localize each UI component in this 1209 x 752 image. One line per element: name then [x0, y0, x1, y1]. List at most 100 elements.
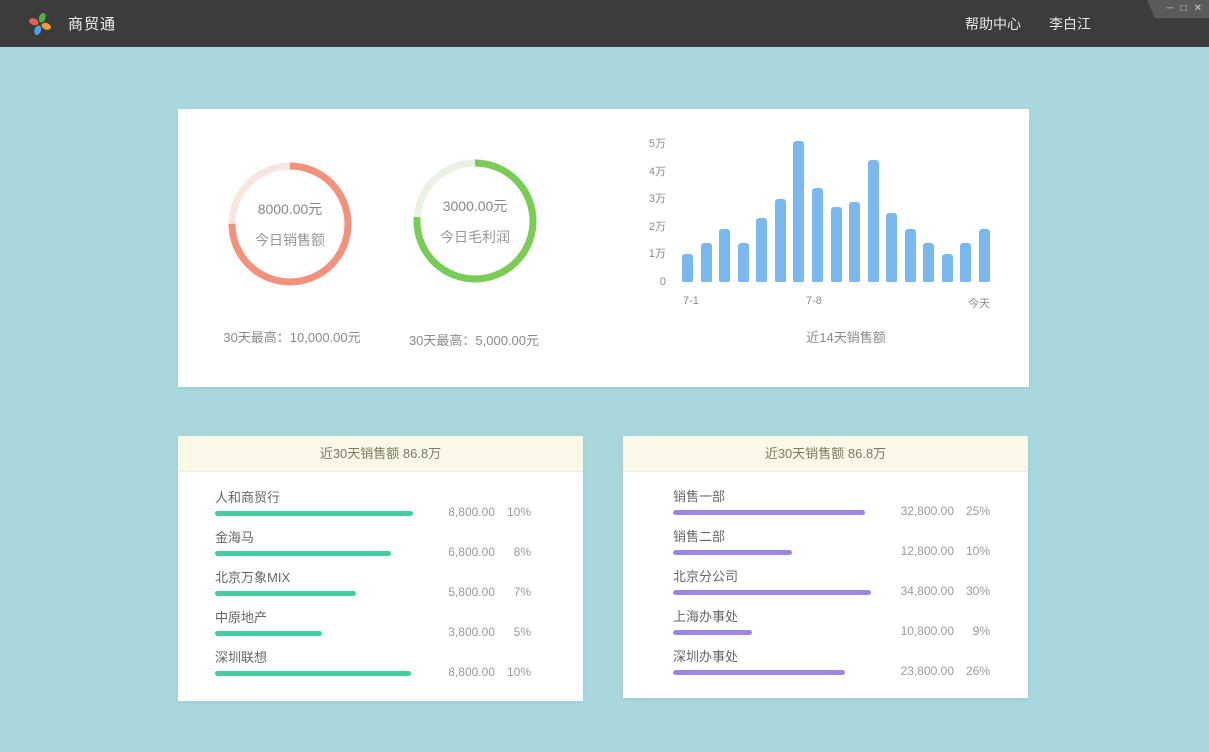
today-sales-label: 今日销售额: [255, 230, 325, 250]
list-item[interactable]: 销售一部32,800.0025%: [673, 489, 990, 529]
profit-30day-max: 30天最高：5,000.00元: [374, 330, 574, 349]
list-item-bar: [673, 510, 871, 515]
list-item-percent: 10%: [954, 544, 990, 558]
list-item-amount: 12,800.00: [856, 544, 954, 558]
chart-y-axis: 5万4万3万2万1万0: [630, 137, 666, 289]
chart-bar: [979, 229, 990, 282]
chart-bar: [868, 160, 879, 282]
list-item-percent: 9%: [954, 624, 990, 638]
today-profit-value: 3000.00元: [443, 196, 508, 216]
close-button[interactable]: ✕: [1194, 4, 1202, 14]
list-item-name: 北京分公司: [673, 569, 990, 585]
list-item-bar: [673, 670, 871, 675]
chart-bar: [756, 218, 767, 282]
list-item-name: 中原地产: [215, 610, 531, 626]
chart-bar: [719, 229, 730, 282]
list-item-name: 销售二部: [673, 529, 990, 545]
list-item-percent: 30%: [954, 584, 990, 598]
list-item-values: 3,800.005%: [397, 625, 531, 639]
list-item-bar: [215, 511, 413, 516]
list-item[interactable]: 北京分公司34,800.0030%: [673, 569, 990, 609]
list-item-values: 32,800.0025%: [856, 504, 990, 518]
chart-bar: [831, 207, 842, 282]
sales-30day-max: 30天最高：10,000.00元: [184, 327, 400, 346]
list-item-name: 北京万象MIX: [215, 570, 531, 586]
department-card-header: 近30天销售额 86.8万: [623, 436, 1028, 472]
today-summary-card: 8000.00元 今日销售额 3000.00元 今日毛利润 30天最高：10,0…: [178, 109, 1029, 387]
app-title: 商贸通: [68, 13, 116, 34]
chart-bar: [886, 213, 897, 282]
list-item-percent: 8%: [495, 545, 531, 559]
department-sales-card: 近30天销售额 86.8万 销售一部32,800.0025%销售二部12,800…: [623, 436, 1028, 698]
y-tick-label: 5万: [649, 137, 666, 151]
help-center-link[interactable]: 帮助中心: [965, 14, 1021, 34]
list-item-bar: [215, 631, 413, 636]
list-item[interactable]: 中原地产3,800.005%: [215, 610, 531, 650]
list-item-percent: 25%: [954, 504, 990, 518]
customer-sales-list: 人和商贸行8,800.0010%金海马6,800.008%北京万象MIX5,80…: [178, 472, 583, 690]
chart-bar: [960, 243, 971, 282]
chart-bar: [923, 243, 934, 282]
department-sales-list: 销售一部32,800.0025%销售二部12,800.0010%北京分公司34,…: [623, 472, 1028, 689]
minimize-button[interactable]: ─: [1166, 4, 1173, 14]
app-logo-icon: [27, 11, 53, 37]
x-tick-today: 今天: [968, 295, 990, 311]
list-item-bar: [215, 671, 413, 676]
y-tick-label: 1万: [649, 247, 666, 261]
list-item-name: 深圳办事处: [673, 649, 990, 665]
list-item[interactable]: 深圳联想8,800.0010%: [215, 650, 531, 690]
list-item-bar: [673, 630, 871, 635]
list-item-amount: 3,800.00: [397, 625, 495, 639]
customer-card-header: 近30天销售额 86.8万: [178, 436, 583, 472]
list-item-values: 8,800.0010%: [397, 505, 531, 519]
today-profit-gauge: 3000.00元 今日毛利润: [409, 155, 541, 287]
list-item-values: 8,800.0010%: [397, 665, 531, 679]
list-item[interactable]: 北京万象MIX5,800.007%: [215, 570, 531, 610]
window-controls: ─ □ ✕: [1147, 0, 1209, 18]
list-item-bar: [673, 550, 871, 555]
sales-14day-chart: 5万4万3万2万1万0 7-1 7-8 今天 近14天销售额: [630, 137, 1000, 346]
chart-bar: [905, 229, 916, 282]
x-tick-7-1: 7-1: [683, 295, 699, 307]
today-sales-gauge: 8000.00元 今日销售额: [224, 158, 356, 290]
list-item[interactable]: 销售二部12,800.0010%: [673, 529, 990, 569]
chart-bar: [682, 254, 693, 282]
list-item-bar: [673, 590, 871, 595]
list-item-values: 10,800.009%: [856, 624, 990, 638]
list-item-name: 深圳联想: [215, 650, 531, 666]
list-item-amount: 8,800.00: [397, 665, 495, 679]
list-item-percent: 5%: [495, 625, 531, 639]
x-tick-7-8: 7-8: [806, 295, 822, 307]
today-sales-value: 8000.00元: [258, 199, 323, 219]
list-item[interactable]: 深圳办事处23,800.0026%: [673, 649, 990, 689]
chart-bar: [701, 243, 712, 282]
y-tick-label: 0: [660, 275, 666, 289]
list-item-bar: [215, 551, 413, 556]
list-item-percent: 7%: [495, 585, 531, 599]
list-item-amount: 23,800.00: [856, 664, 954, 678]
list-item-bar: [215, 591, 413, 596]
list-item-values: 5,800.007%: [397, 585, 531, 599]
list-item-amount: 32,800.00: [856, 504, 954, 518]
user-name-link[interactable]: 李白江: [1049, 14, 1091, 34]
y-tick-label: 2万: [649, 220, 666, 234]
list-item-name: 上海办事处: [673, 609, 990, 625]
list-item-amount: 8,800.00: [397, 505, 495, 519]
list-item-values: 12,800.0010%: [856, 544, 990, 558]
list-item[interactable]: 人和商贸行8,800.0010%: [215, 490, 531, 530]
list-item-amount: 5,800.00: [397, 585, 495, 599]
list-item[interactable]: 上海办事处10,800.009%: [673, 609, 990, 649]
chart-bar: [942, 254, 953, 282]
list-item[interactable]: 金海马6,800.008%: [215, 530, 531, 570]
list-item-amount: 6,800.00: [397, 545, 495, 559]
chart-title: 近14天销售额: [692, 327, 1000, 346]
list-item-amount: 34,800.00: [856, 584, 954, 598]
maximize-button[interactable]: □: [1181, 4, 1187, 14]
list-item-percent: 10%: [495, 665, 531, 679]
list-item-name: 销售一部: [673, 489, 990, 505]
chart-bars: [682, 138, 990, 282]
title-bar: 商贸通 帮助中心 李白江 ─ □ ✕: [0, 0, 1209, 47]
chart-x-axis: 7-1 7-8 今天: [682, 295, 990, 311]
chart-bar: [793, 141, 804, 282]
list-item-name: 金海马: [215, 530, 531, 546]
